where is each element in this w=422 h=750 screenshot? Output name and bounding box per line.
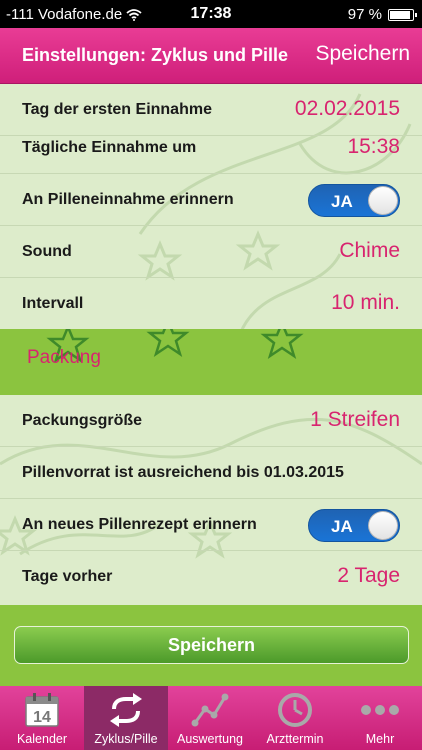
row-pill-supply: Pillenvorrat ist ausreichend bis 01.03.2… (0, 447, 422, 499)
days-before-label: Tage vorher (22, 568, 113, 585)
page-title: Einstellungen: Zyklus und Pille (22, 45, 289, 65)
tab-more[interactable]: Mehr (338, 686, 422, 750)
sound-label: Sound (22, 243, 72, 260)
more-dots-icon (361, 705, 399, 715)
battery-icon (388, 8, 417, 21)
remind-pill-toggle-label: JA (331, 192, 353, 211)
package-size-value[interactable]: 1 Streifen (310, 408, 400, 432)
tab-calendar-label: Kalender (16, 732, 68, 746)
daily-time-label: Tägliche Einnahme um (22, 139, 197, 156)
tab-bar: 14 Kalender Zyklus/Pille Auswertung Arzt… (0, 686, 422, 750)
row-daily-time[interactable]: Tägliche Einnahme um 15:38 (0, 122, 422, 174)
tab-more-label: Mehr (365, 732, 395, 746)
tab-appointment[interactable]: Arzttermin (253, 686, 337, 750)
pill-supply-text: Pillenvorrat ist ausreichend bis 01.03.2… (22, 464, 344, 481)
packaging-section-title: Packung (27, 347, 101, 368)
days-before-value[interactable]: 2 Tage (337, 564, 400, 588)
package-size-label: Packungsgröße (22, 412, 143, 429)
nav-save-button[interactable]: Speichern (315, 42, 410, 66)
tab-evaluation-label: Auswertung (176, 732, 243, 746)
navigation-bar: Einstellungen: Zyklus und Pille Speicher… (0, 28, 422, 84)
section-header-packaging: Packung (0, 329, 422, 395)
daily-time-value[interactable]: 15:38 (347, 135, 400, 159)
battery-status: 97 % (347, 6, 417, 23)
row-interval[interactable]: Intervall 10 min. (0, 278, 422, 330)
calendar-icon-day: 14 (33, 709, 51, 726)
interval-value[interactable]: 10 min. (331, 291, 400, 315)
clock-icon (278, 693, 312, 727)
row-sound[interactable]: Sound Chime (0, 226, 422, 278)
settings-content: Tag der ersten Einnahme 02.02.2015 Tägli… (0, 84, 422, 686)
tab-evaluation[interactable]: Auswertung (168, 686, 252, 750)
remind-pill-label: An Pilleneinnahme erinnern (22, 191, 234, 208)
tab-calendar[interactable]: 14 Kalender (0, 686, 84, 750)
row-remind-prescription: An neues Pillenrezept erinnern JA (0, 499, 422, 551)
tab-cycle-pill-label: Zyklus/Pille (94, 732, 158, 746)
first-intake-label: Tag der ersten Einnahme (22, 101, 212, 118)
sound-value[interactable]: Chime (339, 239, 400, 263)
status-bar: -111 Vodafone.de 17:38 97 % (0, 0, 422, 28)
row-remind-pill: An Pilleneinnahme erinnern JA (0, 174, 422, 226)
tab-appointment-label: Arzttermin (266, 732, 324, 746)
chart-line-icon (191, 693, 229, 727)
remind-prescription-toggle[interactable]: JA (308, 509, 400, 542)
toggle-knob (368, 186, 398, 215)
calendar-icon: 14 (25, 693, 59, 727)
first-intake-value[interactable]: 02.02.2015 (295, 97, 400, 121)
battery-percent: 97 % (347, 6, 382, 23)
remind-pill-toggle[interactable]: JA (308, 184, 400, 217)
row-package-size[interactable]: Packungsgröße 1 Streifen (0, 395, 422, 447)
interval-label: Intervall (22, 295, 84, 312)
tab-cycle-pill[interactable]: Zyklus/Pille (84, 686, 168, 750)
cycle-arrows-icon (110, 693, 142, 727)
toggle-knob (368, 511, 398, 540)
save-button[interactable]: Speichern (14, 626, 409, 664)
remind-prescription-toggle-label: JA (331, 517, 353, 536)
row-days-before[interactable]: Tage vorher 2 Tage (0, 551, 422, 603)
remind-prescription-label: An neues Pillenrezept erinnern (22, 516, 257, 533)
